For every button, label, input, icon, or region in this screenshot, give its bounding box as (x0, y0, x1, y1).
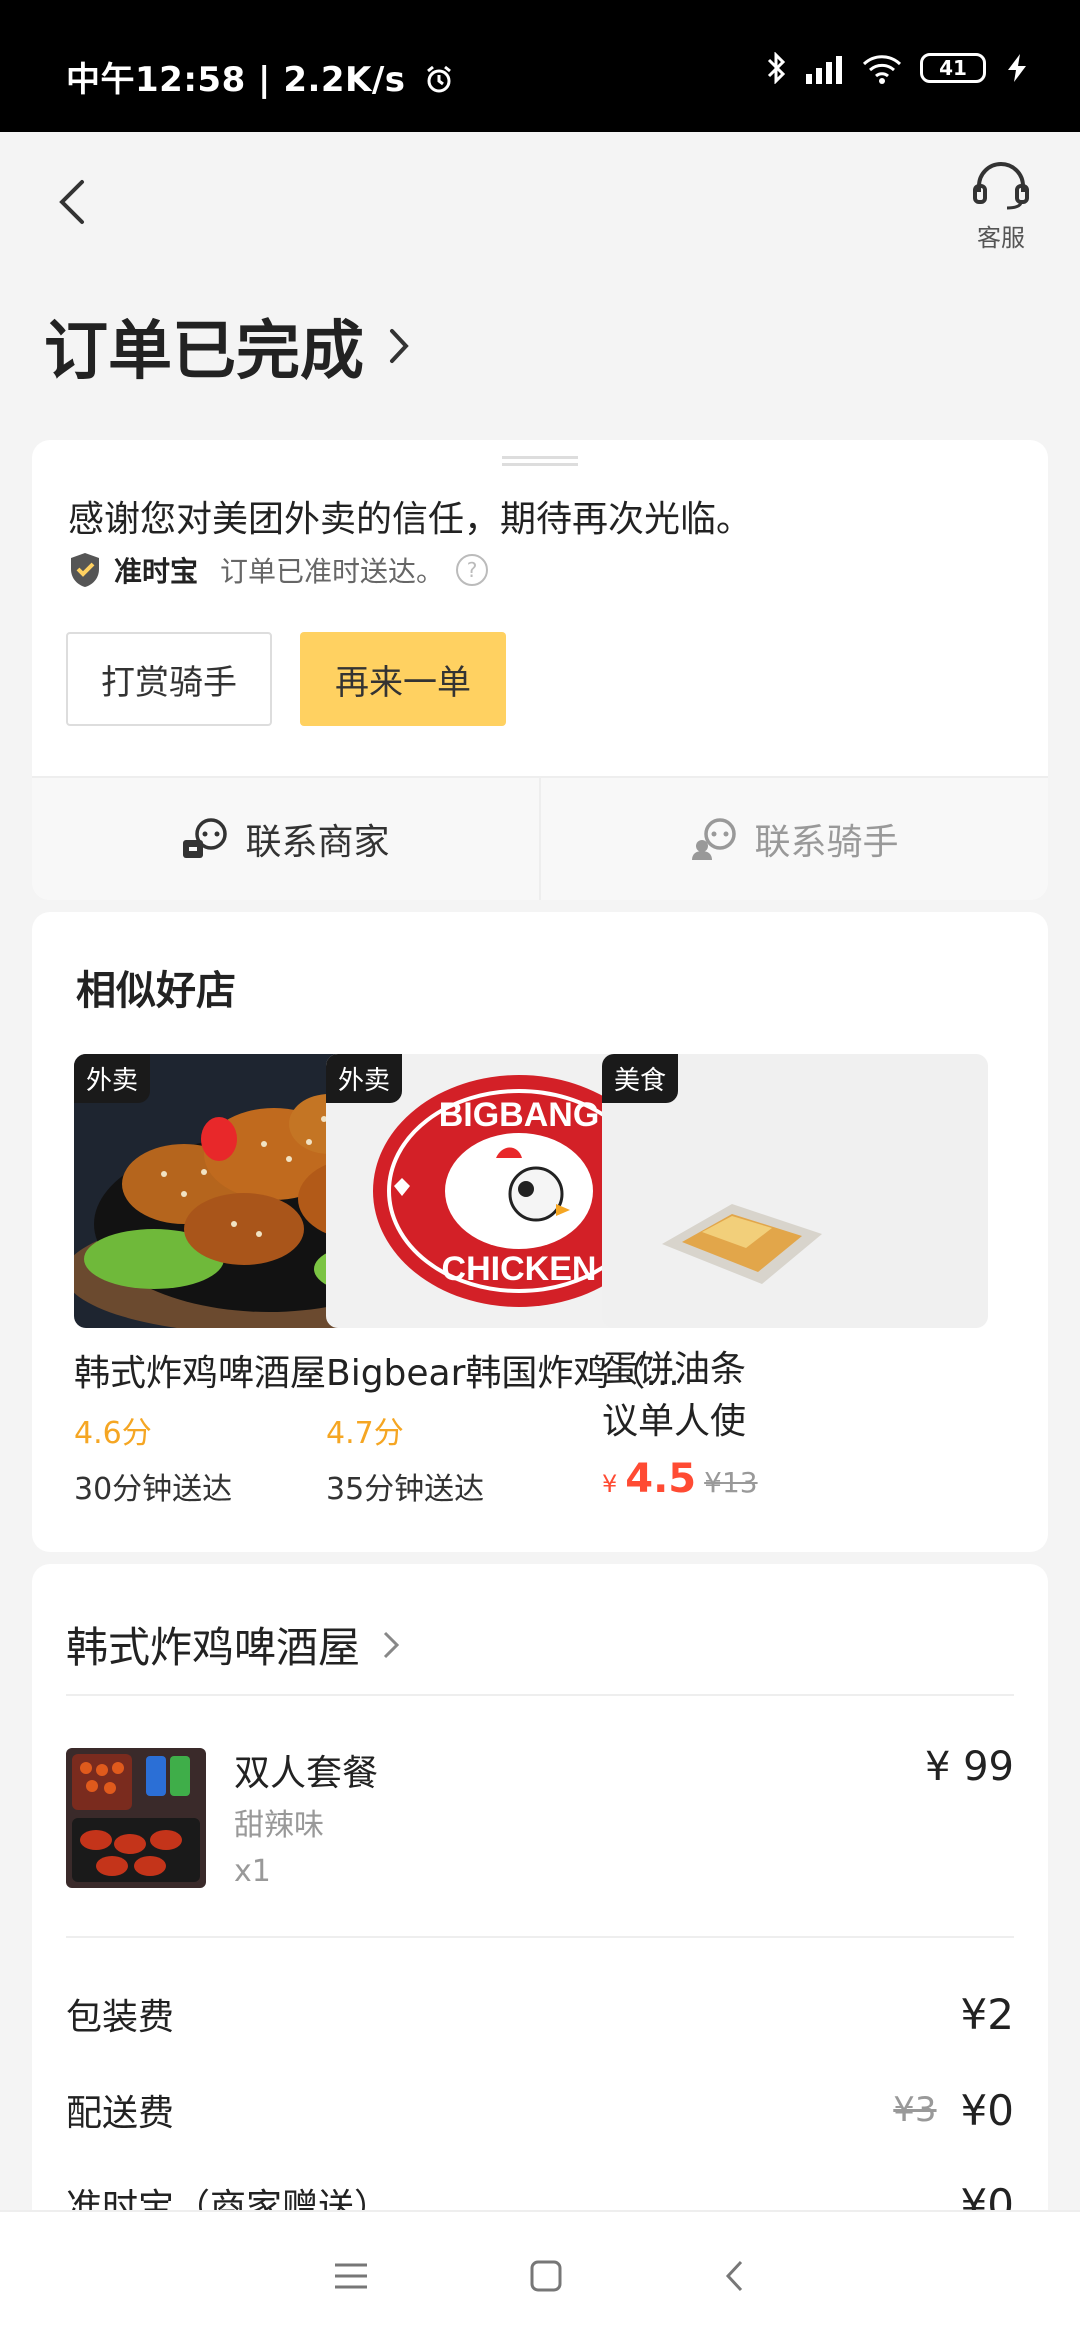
item-price: ¥ 99 (924, 1744, 1014, 1790)
item-image (66, 1748, 206, 1888)
charging-icon (1008, 54, 1026, 82)
fee-value: ¥2 (960, 1989, 1014, 2039)
ontime-guarantee: 准时宝 订单已准时送达。 ? (68, 550, 489, 590)
back-button[interactable] (52, 172, 102, 232)
logo-text-top: BIGBANG (439, 1096, 600, 1134)
current-price: 4.5 (625, 1456, 697, 1502)
shop-tag: 外卖 (74, 1054, 151, 1103)
divider (66, 1936, 1014, 1938)
help-icon[interactable]: ? (456, 554, 489, 586)
status-time: 中午12:58 | 2.2K/s (66, 52, 454, 101)
tip-rider-button[interactable]: 打赏骑手 (66, 632, 272, 726)
rider-chat-icon (692, 818, 737, 860)
service-label: 客服 (977, 224, 1025, 252)
fee-original: ¥3 (893, 2090, 937, 2130)
merchant-chat-icon (183, 818, 228, 858)
system-nav-bar (0, 2210, 1080, 2340)
system-icons: 41 (766, 52, 1030, 84)
shop-image: 美食 (602, 1054, 988, 1328)
ontime-desc: 订单已准时送达。 (220, 555, 445, 588)
home-icon[interactable] (529, 2259, 563, 2293)
shop-card[interactable]: 美食 蛋饼油条 议单人使 ¥ 4.5 ¥13 (602, 1054, 988, 1502)
order-status-title[interactable]: 订单已完成 (44, 300, 414, 392)
merchant-link[interactable]: 韩式炸鸡啤酒屋 (66, 1614, 402, 1675)
status-card: 感谢您对美团外卖的信任，期待再次光临。 准时宝 订单已准时送达。 ? 打赏骑手 … (32, 440, 1048, 900)
thanks-message: 感谢您对美团外卖的信任，期待再次光临。 (68, 499, 753, 540)
original-price: ¥13 (704, 1466, 758, 1499)
battery-icon: 41 (920, 53, 986, 83)
ontime-label: 准时宝 (114, 555, 199, 588)
signal-icon (806, 56, 842, 84)
chevron-left-icon (59, 180, 84, 224)
customer-service-button[interactable]: 客服 (966, 160, 1036, 253)
contact-rider-button[interactable]: 联系骑手 (541, 778, 1048, 900)
contact-merchant-button[interactable]: 联系商家 (32, 778, 541, 900)
status-bar: 中午12:58 | 2.2K/s 41 (0, 0, 1080, 132)
merchant-name: 韩式炸鸡啤酒屋 (66, 1623, 361, 1672)
contact-merchant-label: 联系商家 (245, 822, 390, 863)
menu-icon[interactable] (333, 2261, 369, 2291)
bluetooth-icon (767, 52, 786, 84)
drag-handle[interactable] (502, 456, 578, 466)
contact-rider-label: 联系骑手 (754, 822, 899, 863)
similar-shops-card: 相似好店 外卖 韩式炸鸡啤酒屋 4.6分 30分钟送达 BIGBANG CHIC… (32, 912, 1048, 1552)
fee-value: ¥0 (960, 2085, 1014, 2135)
item-spec: 甜辣味 (234, 1808, 324, 1843)
contact-row: 联系商家 联系骑手 (32, 776, 1048, 900)
item-qty: x1 (234, 1854, 271, 1889)
fee-row-delivery: 配送费 ¥3 ¥0 (66, 2084, 1014, 2136)
logo-text-bottom: CHICKEN (442, 1250, 597, 1288)
combo-meal-photo (66, 1748, 206, 1888)
wifi-icon (862, 55, 902, 84)
similar-title: 相似好店 (76, 968, 236, 1014)
chevron-right-icon (383, 1631, 400, 1658)
shield-check-icon (71, 553, 99, 587)
alarm-icon (426, 65, 451, 93)
item-name: 双人套餐 (234, 1753, 379, 1794)
chevron-right-icon (390, 329, 409, 363)
fee-label: 包装费 (66, 1997, 175, 2038)
reorder-button[interactable]: 再来一单 (300, 632, 506, 726)
headset-icon (973, 162, 1029, 210)
shop-name: 蛋饼油条 议单人使 (602, 1349, 747, 1442)
fee-label: 配送费 (66, 2093, 175, 2134)
shop-price: ¥ 4.5 ¥13 (602, 1456, 758, 1502)
shop-tag: 外卖 (326, 1054, 403, 1103)
back-nav-icon[interactable] (723, 2258, 747, 2294)
shop-tag: 美食 (602, 1054, 679, 1103)
divider (66, 1694, 1014, 1696)
top-nav: 客服 (0, 132, 1080, 282)
page-title: 订单已完成 (44, 315, 364, 389)
fee-row-packaging: 包装费 ¥2 (66, 1988, 1014, 2040)
order-detail-card: 韩式炸鸡啤酒屋 双人套餐 甜辣味 x1 ¥ 99 包装费 ¥2 配送费 ¥3 ¥… (32, 1564, 1048, 2284)
